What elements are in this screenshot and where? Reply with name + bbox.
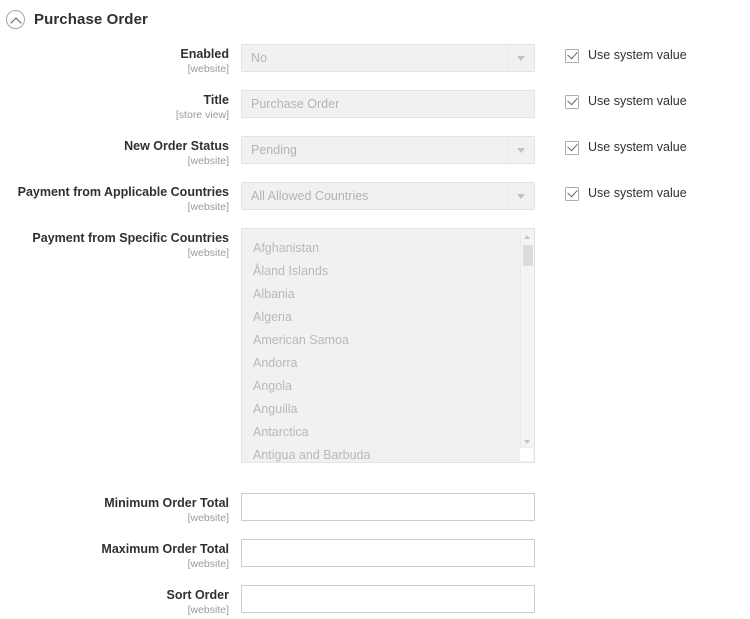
sysval-new-order-status: Use system value xyxy=(536,136,687,155)
field-scope-minimum-order-total: [website] xyxy=(0,511,229,525)
label-new-order-status: New Order Status [website] xyxy=(0,136,241,168)
field-label-enabled: Enabled xyxy=(0,47,229,62)
label-title: Title [store view] xyxy=(0,90,241,122)
country-option[interactable]: Afghanistan xyxy=(253,237,520,260)
use-system-value-enabled[interactable]: Use system value xyxy=(565,48,687,63)
checkbox-icon[interactable] xyxy=(565,95,579,109)
multiselect-scrollbar[interactable] xyxy=(520,229,534,462)
control-payment-specific-countries: AfghanistanÅland IslandsAlbaniaAlgeriaAm… xyxy=(241,228,536,463)
country-option[interactable]: Angola xyxy=(253,375,520,398)
field-label-payment-specific-countries: Payment from Specific Countries xyxy=(0,231,229,246)
field-row-new-order-status: New Order Status [website] Pending Use s… xyxy=(0,136,750,168)
field-label-minimum-order-total: Minimum Order Total xyxy=(0,496,229,511)
field-row-minimum-order-total: Minimum Order Total [website] xyxy=(0,493,750,525)
field-label-new-order-status: New Order Status xyxy=(0,139,229,154)
payment-specific-countries-multiselect[interactable]: AfghanistanÅland IslandsAlbaniaAlgeriaAm… xyxy=(241,228,535,463)
country-option[interactable]: American Samoa xyxy=(253,329,520,352)
sort-order-input[interactable] xyxy=(241,585,535,613)
checkbox-icon[interactable] xyxy=(565,49,579,63)
label-minimum-order-total: Minimum Order Total [website] xyxy=(0,493,241,525)
country-option[interactable]: Antigua and Barbuda xyxy=(253,444,520,462)
page-title: Purchase Order xyxy=(34,10,148,29)
country-option[interactable]: Antarctica xyxy=(253,421,520,444)
control-title: Purchase Order xyxy=(241,90,536,118)
label-sort-order: Sort Order [website] xyxy=(0,585,241,617)
payment-applicable-countries-select[interactable]: All Allowed Countries xyxy=(241,182,535,210)
minimum-order-total-input[interactable] xyxy=(241,493,535,521)
sysval-title: Use system value xyxy=(536,90,687,109)
field-scope-sort-order: [website] xyxy=(0,603,229,617)
field-scope-new-order-status: [website] xyxy=(0,154,229,168)
chevron-up-circle-icon[interactable] xyxy=(6,10,25,29)
field-scope-payment-specific-countries: [website] xyxy=(0,246,229,260)
scrollbar-thumb[interactable] xyxy=(523,245,533,266)
use-system-value-payment-applicable-countries[interactable]: Use system value xyxy=(565,186,687,201)
select-wrap-enabled[interactable]: No xyxy=(241,44,535,72)
field-scope-enabled: [website] xyxy=(0,62,229,76)
field-row-title: Title [store view] Purchase Order Use sy… xyxy=(0,90,750,122)
sysval-enabled: Use system value xyxy=(536,44,687,63)
label-enabled: Enabled [website] xyxy=(0,44,241,76)
new-order-status-select[interactable]: Pending xyxy=(241,136,535,164)
use-system-value-label: Use system value xyxy=(588,140,687,155)
field-scope-payment-applicable-countries: [website] xyxy=(0,200,229,214)
label-payment-specific-countries: Payment from Specific Countries [website… xyxy=(0,228,241,260)
label-maximum-order-total: Maximum Order Total [website] xyxy=(0,539,241,571)
sysval-minimum-order-total xyxy=(536,493,565,497)
sysval-sort-order xyxy=(536,585,565,589)
purchase-order-config-panel: Purchase Order Enabled [website] No Use … xyxy=(0,0,750,619)
use-system-value-label: Use system value xyxy=(588,48,687,63)
control-sort-order xyxy=(241,585,536,613)
field-scope-title: [store view] xyxy=(0,108,229,122)
control-maximum-order-total xyxy=(241,539,536,567)
select-wrap-payment-applicable-countries[interactable]: All Allowed Countries xyxy=(241,182,535,210)
scroll-up-arrow-icon[interactable] xyxy=(521,230,534,243)
field-row-sort-order: Sort Order [website] xyxy=(0,585,750,617)
field-label-maximum-order-total: Maximum Order Total xyxy=(0,542,229,557)
sysval-payment-applicable-countries: Use system value xyxy=(536,182,687,201)
label-payment-applicable-countries: Payment from Applicable Countries [websi… xyxy=(0,182,241,214)
control-minimum-order-total xyxy=(241,493,536,521)
country-option[interactable]: Algeria xyxy=(253,306,520,329)
resize-handle[interactable] xyxy=(519,447,533,461)
use-system-value-label: Use system value xyxy=(588,94,687,109)
checkbox-icon[interactable] xyxy=(565,141,579,155)
country-option[interactable]: Anguilla xyxy=(253,398,520,421)
title-input[interactable]: Purchase Order xyxy=(241,90,535,118)
field-row-payment-specific-countries: Payment from Specific Countries [website… xyxy=(0,228,750,463)
country-option[interactable]: Albania xyxy=(253,283,520,306)
field-row-maximum-order-total: Maximum Order Total [website] xyxy=(0,539,750,571)
config-form: Enabled [website] No Use system value Ti… xyxy=(0,32,750,617)
sysval-payment-specific-countries xyxy=(536,228,565,232)
enabled-select[interactable]: No xyxy=(241,44,535,72)
maximum-order-total-input[interactable] xyxy=(241,539,535,567)
control-payment-applicable-countries: All Allowed Countries xyxy=(241,182,536,210)
country-option-list[interactable]: AfghanistanÅland IslandsAlbaniaAlgeriaAm… xyxy=(242,229,520,462)
use-system-value-new-order-status[interactable]: Use system value xyxy=(565,140,687,155)
field-scope-maximum-order-total: [website] xyxy=(0,557,229,571)
sysval-maximum-order-total xyxy=(536,539,565,543)
field-row-enabled: Enabled [website] No Use system value xyxy=(0,44,750,76)
spacer xyxy=(0,477,750,493)
control-enabled: No xyxy=(241,44,536,72)
field-label-sort-order: Sort Order xyxy=(0,588,229,603)
field-label-payment-applicable-countries: Payment from Applicable Countries xyxy=(0,185,229,200)
select-wrap-new-order-status[interactable]: Pending xyxy=(241,136,535,164)
field-label-title: Title xyxy=(0,93,229,108)
section-header[interactable]: Purchase Order xyxy=(0,0,750,32)
control-new-order-status: Pending xyxy=(241,136,536,164)
country-option[interactable]: Andorra xyxy=(253,352,520,375)
field-row-payment-applicable-countries: Payment from Applicable Countries [websi… xyxy=(0,182,750,214)
checkbox-icon[interactable] xyxy=(565,187,579,201)
use-system-value-title[interactable]: Use system value xyxy=(565,94,687,109)
country-option[interactable]: Åland Islands xyxy=(253,260,520,283)
use-system-value-label: Use system value xyxy=(588,186,687,201)
